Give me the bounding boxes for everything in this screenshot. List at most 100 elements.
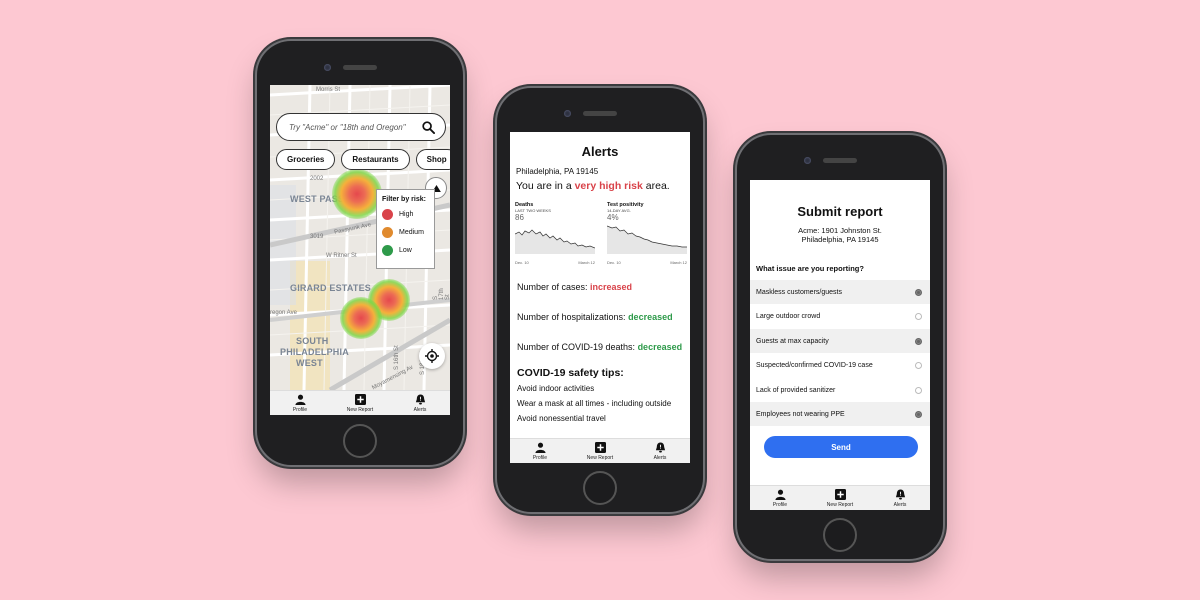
radio-selected[interactable] (915, 337, 922, 345)
filter-label: Low (399, 247, 412, 254)
option-label: Lack of provided sanitizer (756, 386, 836, 394)
stat-trend-value: decreased (628, 312, 673, 322)
street-label: W Ritner St (326, 253, 357, 259)
option-maskless-customers[interactable]: Maskless customers/guests (750, 280, 930, 304)
tab-profile[interactable]: Profile (750, 489, 810, 508)
street-label: Morris St (316, 87, 340, 93)
risk-level: very high risk (574, 180, 643, 192)
stat-label: Number of cases: (517, 282, 591, 292)
locate-me-button[interactable] (419, 343, 445, 369)
target-icon (425, 349, 439, 363)
filter-option-high[interactable]: High (382, 209, 429, 220)
tab-new-report[interactable]: New Report (810, 488, 870, 508)
bell-alert-icon (655, 441, 665, 453)
tip-item: Avoid nonessential travel (517, 414, 606, 423)
chart-x-end: March 12 (578, 260, 595, 265)
tab-label: Alerts (653, 454, 667, 461)
risk-heat-spot[interactable] (332, 169, 382, 219)
radio-unselected[interactable] (915, 386, 922, 394)
bottom-tab-bar: Profile New Report Alerts (510, 438, 690, 463)
search-icon[interactable] (422, 120, 435, 134)
home-button[interactable] (343, 424, 377, 458)
radio-selected[interactable] (915, 288, 922, 296)
radio-unselected[interactable] (915, 312, 922, 320)
speaker-grille (343, 65, 377, 70)
report-screen: Submit report Acme: 1901 Johnston St. Ph… (750, 180, 930, 510)
bell-alert-icon (895, 488, 905, 500)
tab-profile[interactable]: Profile (270, 394, 330, 413)
option-label: Large outdoor crowd (756, 312, 821, 320)
street-label: S 17th St (433, 288, 450, 300)
category-chip-groceries[interactable]: Groceries (276, 149, 336, 170)
plus-square-icon (594, 441, 606, 453)
tab-new-report[interactable]: New Report (330, 393, 390, 413)
category-chip-restaurants[interactable]: Restaurants (341, 149, 410, 170)
front-camera (804, 157, 811, 164)
tab-alerts[interactable]: Alerts (390, 393, 450, 413)
phone-report: Submit report Acme: 1901 Johnston St. Ph… (737, 135, 943, 559)
option-label: Employees not wearing PPE (756, 410, 845, 418)
phone-alerts: Alerts Philadelphia, PA 19145 You are in… (497, 88, 703, 512)
chart-x-start: Dec. 10 (607, 260, 621, 265)
plus-square-icon (354, 393, 366, 405)
person-icon (774, 489, 786, 500)
send-button[interactable]: Send (764, 436, 918, 458)
deaths-chart[interactable]: Deaths LAST TWO WEEKS 86 Dec. 10 March 1… (514, 202, 596, 265)
tab-label: Profile (532, 454, 548, 461)
tab-alerts[interactable]: Alerts (870, 488, 930, 508)
risk-suffix: area. (642, 180, 670, 192)
page-title: Submit report (797, 204, 883, 219)
bottom-tab-bar: Profile New Report Alerts (750, 485, 930, 510)
tab-label: New Report (586, 454, 614, 461)
bell-alert-icon (415, 393, 425, 405)
filter-label: High (399, 211, 414, 218)
phone-map: Morris St 2002 3019 Passyunk Ave W Ritne… (257, 41, 463, 465)
filter-label: Medium (399, 229, 424, 236)
test-positivity-chart[interactable]: Test positivity 14-DAY AVG. 4% Dec. 10 M… (606, 202, 687, 265)
home-button[interactable] (823, 518, 857, 552)
search-bar[interactable]: Try "Acme" or "18th and Oregon" (276, 113, 446, 141)
chart-value: 4% (607, 213, 619, 222)
stat-trend-value: increased (590, 282, 633, 292)
stat-label: Number of hospitalizations: (517, 312, 629, 322)
radio-selected[interactable] (915, 410, 922, 418)
stat-cases: Number of cases: increased (517, 282, 632, 292)
radio-unselected[interactable] (915, 361, 922, 369)
address-line-1: Acme: 1901 Johnston St. (798, 226, 882, 235)
person-icon (534, 442, 546, 453)
category-chips: Groceries Restaurants Shop (276, 149, 450, 170)
option-employees-no-ppe[interactable]: Employees not wearing PPE (750, 402, 930, 426)
home-button[interactable] (583, 471, 617, 505)
option-lack-sanitizer[interactable]: Lack of provided sanitizer (750, 378, 930, 402)
speaker-grille (823, 158, 857, 163)
store-address: Acme: 1901 Johnston St. Philadelphia, PA… (750, 226, 930, 244)
option-label: Suspected/confirmed COVID-19 case (756, 361, 873, 369)
category-chip-shop[interactable]: Shop (415, 149, 450, 170)
alerts-screen: Alerts Philadelphia, PA 19145 You are in… (510, 132, 690, 463)
tab-profile[interactable]: Profile (510, 442, 570, 461)
location-address: Philadelphia, PA 19145 (516, 167, 599, 176)
street-label: 2002 (310, 176, 324, 182)
front-camera (324, 64, 331, 71)
tips-heading: COVID-19 safety tips: (517, 367, 624, 379)
option-covid-case[interactable]: Suspected/confirmed COVID-19 case (750, 353, 930, 377)
option-label: Guests at max capacity (756, 337, 829, 345)
tab-alerts[interactable]: Alerts (630, 441, 690, 461)
tip-item: Avoid indoor activities (517, 384, 595, 393)
filter-option-medium[interactable]: Medium (382, 227, 429, 238)
person-icon (294, 394, 306, 405)
tab-label: Alerts (413, 406, 427, 413)
option-large-outdoor-crowd[interactable]: Large outdoor crowd (750, 304, 930, 328)
risk-prefix: You are in a (516, 180, 575, 192)
street-label: S 16th St (394, 345, 400, 370)
filter-title: Filter by risk: (382, 196, 426, 203)
tab-new-report[interactable]: New Report (570, 441, 630, 461)
risk-dot-medium (382, 227, 393, 238)
option-guests-max-capacity[interactable]: Guests at max capacity (750, 329, 930, 353)
neighborhood-label: PHILADELPHIA (280, 347, 349, 357)
risk-heat-spot[interactable] (340, 297, 382, 339)
stat-hospitalizations: Number of hospitalizations: decreased (517, 312, 673, 322)
map-view[interactable]: Morris St 2002 3019 Passyunk Ave W Ritne… (270, 85, 450, 391)
filter-option-low[interactable]: Low (382, 245, 429, 256)
search-placeholder[interactable]: Try "Acme" or "18th and Oregon" (289, 123, 422, 132)
